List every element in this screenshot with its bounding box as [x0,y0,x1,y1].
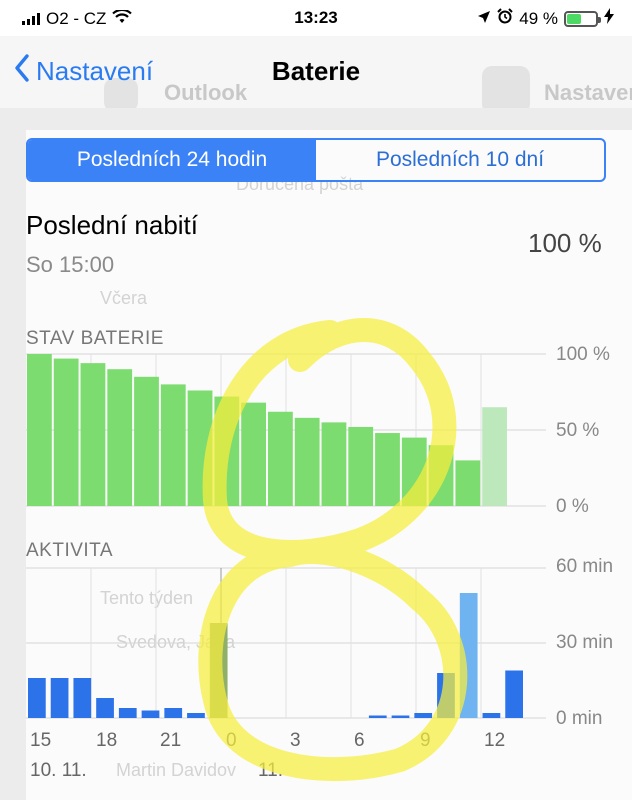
alarm-icon [497,8,513,29]
activity-bar-0 [28,678,46,718]
xtick-18: 18 [96,730,118,751]
activity-chart [26,567,546,719]
activity-bar-20 [482,713,501,718]
date-label-first: 10. 11. [30,760,87,781]
battery-percent: 49 % [519,8,558,28]
tab-last-24-hours[interactable]: Posledních 24 hodin [28,140,316,180]
navigation-bar: Outlook Nastavení Nastavení Baterie [0,36,632,114]
activity-bar-6 [164,708,183,718]
battery-bar-11 [321,422,347,506]
activity-bar-16 [391,715,410,718]
xtick-3: 3 [290,730,301,751]
battery-bar-14 [401,437,427,506]
battery-level-label: STAV BATERIE [26,328,164,349]
activity-bar-7 [187,713,205,718]
status-bar: O2 - CZ 13:23 49 % [0,0,632,36]
battery-bar-13 [375,433,400,506]
xtick-15: 15 [30,730,52,751]
activity-ytick-0: 0 min [556,708,603,729]
activity-ytick-30: 30 min [556,632,614,653]
battery-bar-7 [214,396,240,506]
battery-ytick-0: 0 % [556,496,589,517]
battery-bar-6 [187,390,213,506]
battery-bar-1 [53,358,79,506]
battery-bar-3 [107,369,133,506]
activity-bar-3 [96,698,114,718]
activity-bar-8 [209,623,228,718]
battery-bar-17 [482,407,507,506]
ghost-mail-sender-2: Martin Davidov [116,760,237,780]
battery-bar-12 [348,426,374,506]
activity-bar-1 [50,678,69,718]
last-charge-title: Poslední nabití [26,210,199,240]
battery-ytick-100: 100 % [556,344,610,365]
battery-level-chart [26,353,546,507]
last-charge-level: 100 % [528,228,602,258]
activity-ytick-60: 60 min [556,556,614,577]
activity-bar-19 [459,593,478,718]
activity-bar-2 [73,678,92,718]
date-label-second: 11. [258,760,284,781]
battery-bar-15 [428,445,454,506]
location-icon [477,9,491,29]
activity-bar-18 [437,673,455,718]
battery-bar-0 [27,354,52,506]
xtick-12: 12 [484,730,506,751]
activity-bar-5 [141,710,160,718]
time-range-segmented-control: Posledních 24 hodin Posledních 10 dní [26,138,606,182]
status-right: 49 % [477,8,614,29]
battery-bar-16 [455,460,481,506]
activity-bar-15 [368,715,387,718]
xtick-9: 9 [420,730,431,751]
charging-icon [604,8,614,29]
battery-bar-5 [160,384,186,506]
page-title: Baterie [271,56,361,86]
battery-bar-10 [294,417,320,506]
xtick-21: 21 [160,730,182,751]
battery-bar-4 [134,376,159,506]
battery-ytick-50: 50 % [556,420,600,441]
last-charge-time: So 15:00 [26,252,115,277]
battery-bar-2 [80,363,106,506]
activity-label: AKTIVITA [26,540,114,561]
battery-bar-8 [241,402,266,506]
xtick-6: 6 [354,730,365,751]
activity-bar-17 [414,713,433,718]
ghost-mail-yesterday: Včera [100,288,148,308]
battery-icon [564,10,601,27]
activity-bar-4 [118,708,137,718]
activity-bar-21 [505,670,523,718]
tab-last-10-days[interactable]: Posledních 10 dní [316,140,604,180]
battery-bar-9 [268,411,293,506]
xtick-0: 0 [226,730,237,751]
